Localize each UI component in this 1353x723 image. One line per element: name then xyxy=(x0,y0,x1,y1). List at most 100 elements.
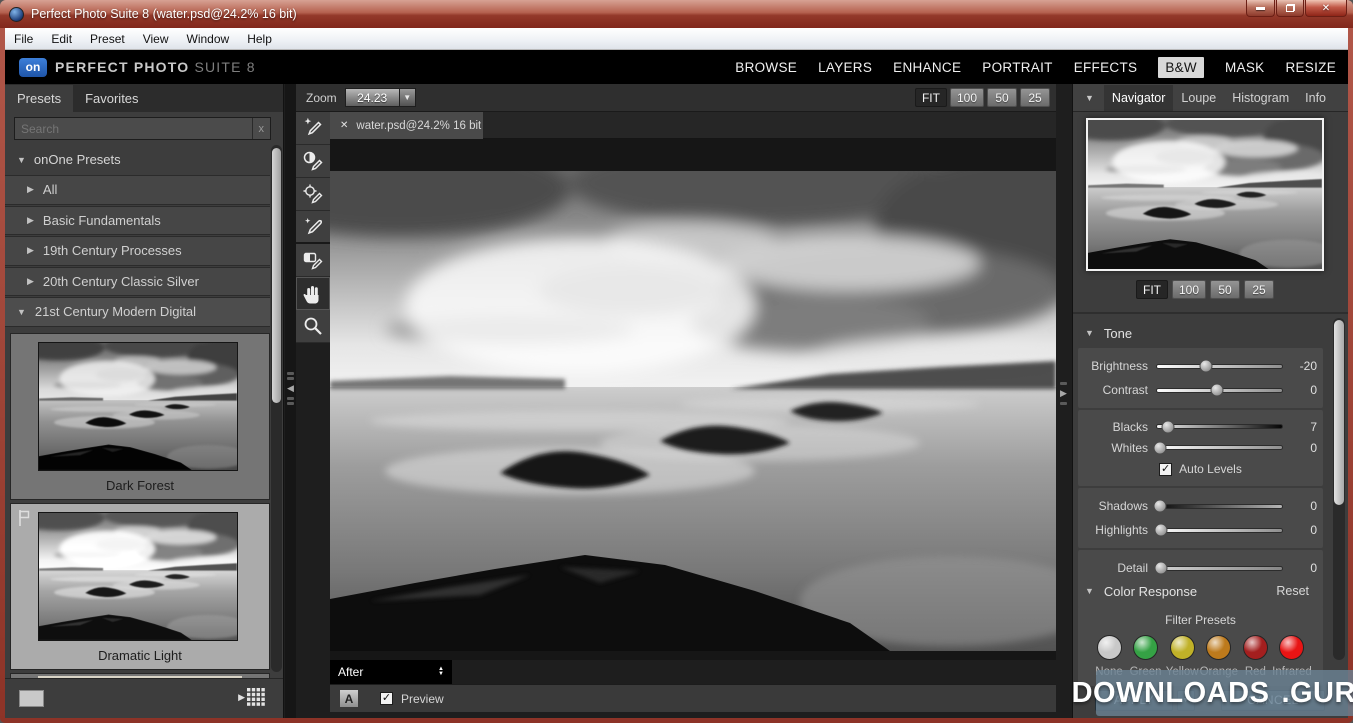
photo-preview xyxy=(330,171,1056,651)
whites-slider[interactable] xyxy=(1156,445,1283,450)
module-resize[interactable]: RESIZE xyxy=(1285,60,1336,75)
preset-dramatic-light[interactable]: Dramatic Light xyxy=(10,503,270,670)
folder-basic-fundamentals[interactable]: ▶ Basic Fundamentals xyxy=(5,206,270,236)
nav-zoom-50-button[interactable]: 50 xyxy=(1210,280,1240,299)
adjustments-scrollbar[interactable] xyxy=(1333,318,1345,660)
tool-targeted-brush-button[interactable] xyxy=(296,178,330,211)
title-bar[interactable]: Perfect Photo Suite 8 (water.psd@24.2% 1… xyxy=(0,0,1353,28)
reset-button[interactable]: Reset xyxy=(1276,584,1309,598)
filter-orange-swatch[interactable] xyxy=(1206,635,1231,660)
search-clear-button[interactable]: x xyxy=(252,118,271,139)
module-bw[interactable]: B&W xyxy=(1158,57,1204,78)
module-mask[interactable]: MASK xyxy=(1225,60,1264,75)
presets-footer-bar: ▶ xyxy=(5,678,283,718)
folder-21st-century[interactable]: ▼ 21st Century Modern Digital xyxy=(5,297,270,327)
color-response-header[interactable]: ▼ Color Response xyxy=(1073,578,1197,604)
panel-collapse-handle[interactable]: ◀ xyxy=(287,370,294,407)
panel-expand-handle[interactable]: ▶ xyxy=(1060,380,1067,407)
tab-loupe[interactable]: Loupe xyxy=(1173,85,1224,111)
zoom-fit-button[interactable]: FIT xyxy=(915,88,947,107)
nav-zoom-fit-button[interactable]: FIT xyxy=(1136,280,1168,299)
color-dropper-icon xyxy=(302,216,324,238)
scrollbar-thumb[interactable] xyxy=(1334,320,1344,505)
folder-all[interactable]: ▶ All xyxy=(5,175,270,205)
thumbnail-size-button[interactable] xyxy=(19,690,44,707)
zoom-100-button[interactable]: 100 xyxy=(950,88,984,107)
minimize-button[interactable] xyxy=(1246,0,1275,17)
tone-section-header[interactable]: ▼ Tone xyxy=(1073,320,1132,346)
blacks-slider[interactable] xyxy=(1156,424,1283,429)
panel-collapse-icon[interactable]: ▼ xyxy=(1073,93,1104,103)
module-browse[interactable]: BROWSE xyxy=(735,60,797,75)
adjustments-panel: ▼ Navigator Loupe Histogram Info FIT 100… xyxy=(1072,84,1348,718)
module-effects[interactable]: EFFECTS xyxy=(1074,60,1138,75)
nav-zoom-100-button[interactable]: 100 xyxy=(1172,280,1206,299)
navigator-preview[interactable] xyxy=(1086,118,1324,271)
nav-zoom-25-button[interactable]: 25 xyxy=(1244,280,1274,299)
presets-scrollbar[interactable] xyxy=(271,145,282,672)
document-tab[interactable]: ✕ water.psd@24.2% 16 bit xyxy=(330,112,483,139)
tab-favorites[interactable]: Favorites xyxy=(73,85,150,112)
tool-masking-brush-button[interactable] xyxy=(296,244,330,277)
tool-hand-button[interactable] xyxy=(296,277,330,310)
slider-thumb[interactable] xyxy=(1154,524,1167,537)
menu-file[interactable]: File xyxy=(5,28,42,49)
search-input[interactable] xyxy=(15,122,252,136)
menu-edit[interactable]: Edit xyxy=(42,28,81,49)
module-portrait[interactable]: PORTRAIT xyxy=(982,60,1052,75)
tool-perfect-brush-button[interactable] xyxy=(296,112,330,145)
auto-levels-checkbox[interactable]: ✓ xyxy=(1159,463,1172,476)
module-enhance[interactable]: ENHANCE xyxy=(893,60,961,75)
filter-yellow-swatch[interactable] xyxy=(1170,635,1195,660)
brightness-slider[interactable] xyxy=(1156,364,1283,369)
tool-palette xyxy=(296,112,330,343)
slider-thumb[interactable] xyxy=(1211,384,1224,397)
slider-thumb[interactable] xyxy=(1154,562,1167,575)
module-layers[interactable]: LAYERS xyxy=(818,60,872,75)
filter-none-swatch[interactable] xyxy=(1097,635,1122,660)
restore-button[interactable] xyxy=(1276,0,1304,17)
scrollbar-thumb[interactable] xyxy=(272,148,281,403)
filter-green-swatch[interactable] xyxy=(1133,635,1158,660)
slider-thumb[interactable] xyxy=(1153,441,1166,454)
tree-root-onone-presets[interactable]: ▼ onOne Presets xyxy=(5,145,270,174)
tab-presets[interactable]: Presets xyxy=(5,85,73,112)
folder-19th-century[interactable]: ▶ 19th Century Processes xyxy=(5,236,270,266)
compare-mode-select[interactable]: After ▲▼ xyxy=(330,660,452,684)
filter-infrared-swatch[interactable] xyxy=(1279,635,1304,660)
folder-20th-century[interactable]: ▶ 20th Century Classic Silver xyxy=(5,267,270,297)
contrast-slider[interactable] xyxy=(1156,388,1283,393)
tab-info[interactable]: Info xyxy=(1297,85,1334,111)
menu-preset[interactable]: Preset xyxy=(81,28,134,49)
navigator-thumbnail xyxy=(1088,120,1322,269)
preset-dark-forest[interactable]: Dark Forest xyxy=(10,333,270,500)
grid-view-button[interactable]: ▶ xyxy=(238,688,265,706)
menu-window[interactable]: Window xyxy=(178,28,239,49)
zoom-value: 24.23 xyxy=(345,88,400,107)
tool-adjustment-brush-button[interactable] xyxy=(296,145,330,178)
preview-checkbox[interactable]: ✓ xyxy=(380,692,393,705)
close-tab-icon[interactable]: ✕ xyxy=(340,120,348,131)
canvas[interactable] xyxy=(330,139,1056,660)
menu-help[interactable]: Help xyxy=(238,28,281,49)
highlights-slider[interactable] xyxy=(1156,528,1283,533)
slider-thumb[interactable] xyxy=(1153,500,1166,513)
right-arrow-icon: ▶ xyxy=(238,692,245,703)
tab-navigator[interactable]: Navigator xyxy=(1104,85,1174,111)
compare-a-button[interactable]: A xyxy=(339,689,359,708)
zoom-dropdown[interactable]: 24.23 ▼ xyxy=(345,88,416,107)
zoom-25-button[interactable]: 25 xyxy=(1020,88,1050,107)
close-button[interactable]: ✕ xyxy=(1305,0,1347,17)
slider-thumb[interactable] xyxy=(1199,360,1212,373)
tool-color-dropper-button[interactable] xyxy=(296,211,330,244)
detail-slider[interactable] xyxy=(1156,566,1283,571)
slider-thumb[interactable] xyxy=(1162,420,1175,433)
zoom-50-button[interactable]: 50 xyxy=(987,88,1017,107)
shadows-slider[interactable] xyxy=(1156,504,1283,509)
tool-zoom-button[interactable] xyxy=(296,310,330,343)
tab-histogram[interactable]: Histogram xyxy=(1224,85,1297,111)
filter-red-swatch[interactable] xyxy=(1243,635,1268,660)
flag-icon xyxy=(17,509,31,527)
preset-name: Dramatic Light xyxy=(11,648,269,663)
menu-view[interactable]: View xyxy=(134,28,178,49)
